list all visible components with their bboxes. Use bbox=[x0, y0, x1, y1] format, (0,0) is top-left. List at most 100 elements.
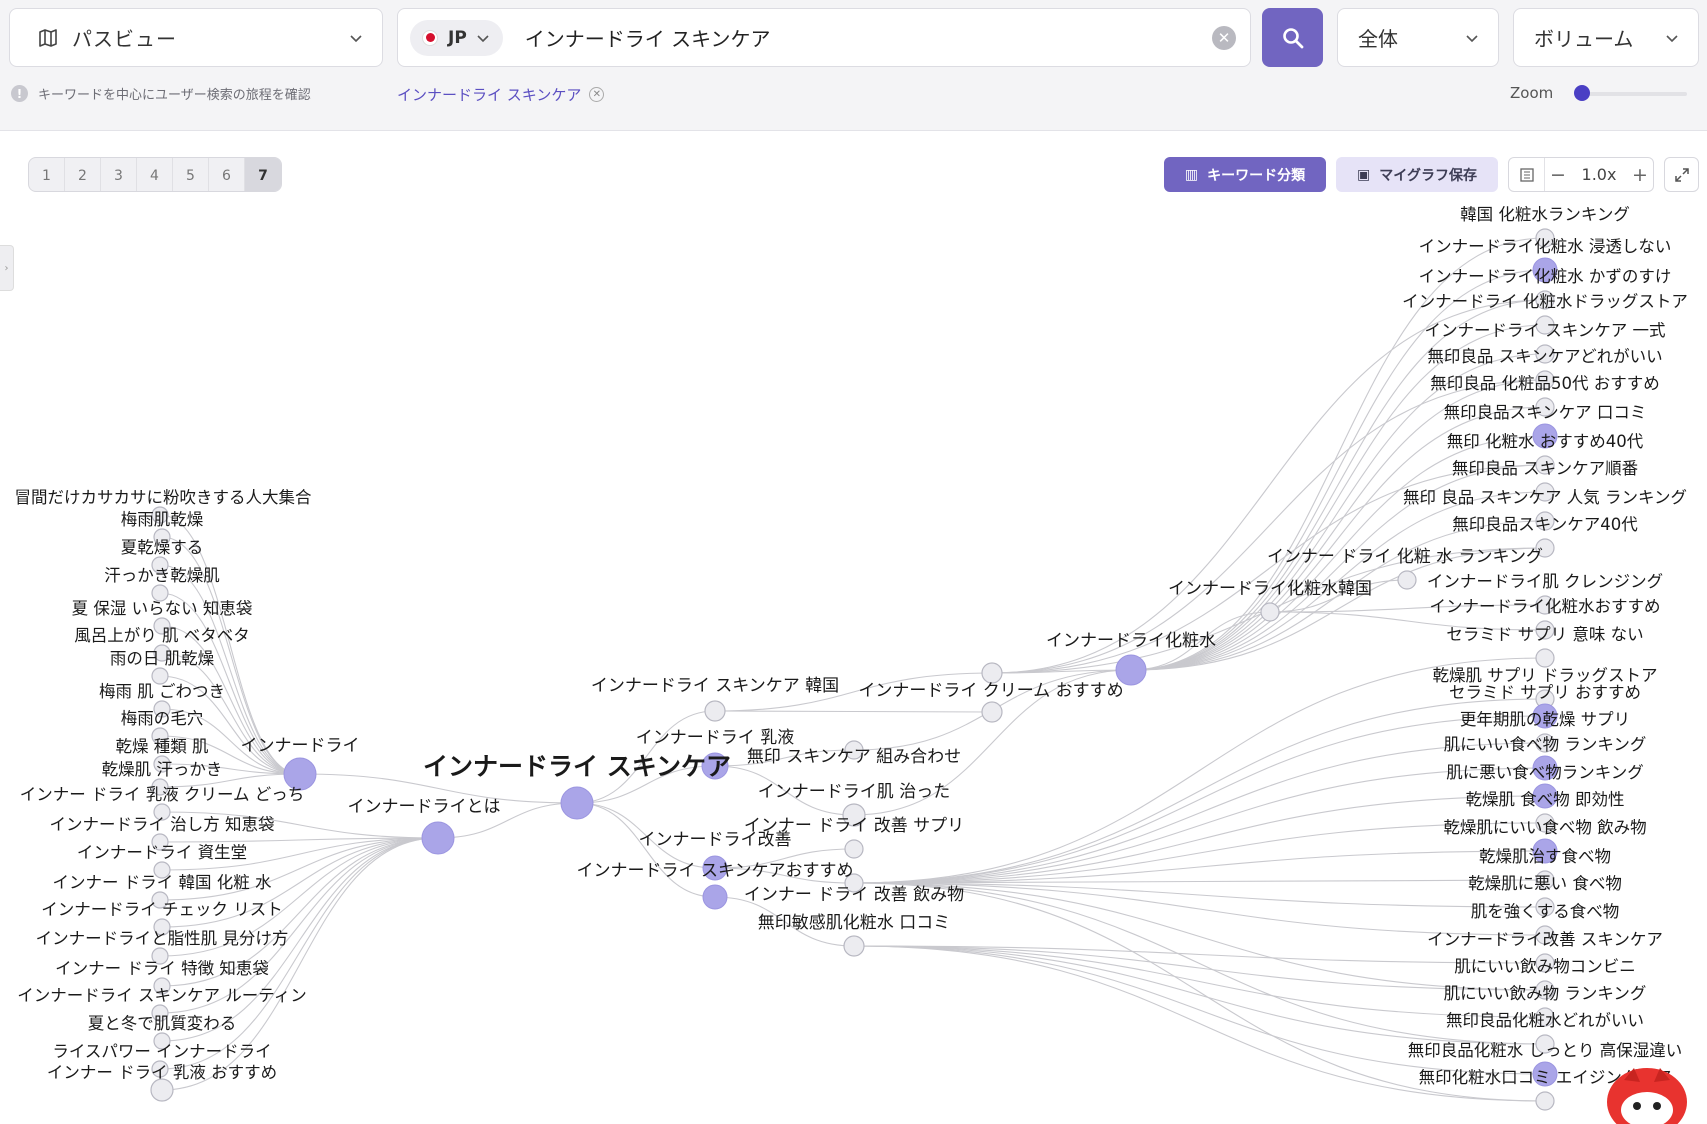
remove-tag-icon[interactable]: ✕ bbox=[589, 87, 605, 102]
keyword-label[interactable]: インナードライ スキンケアおすすめ bbox=[577, 861, 854, 881]
keyword-classify-button[interactable]: ▥ キーワード分類 bbox=[1164, 157, 1326, 192]
keyword-node[interactable] bbox=[704, 700, 726, 722]
keyword-label[interactable]: 無印敏感肌化粧水 口コミ bbox=[758, 913, 950, 933]
keyword-node[interactable] bbox=[844, 839, 864, 859]
view-mode-select[interactable]: パスビュー bbox=[9, 8, 383, 67]
keyword-label[interactable]: 無印良品 スキンケアどれがいい bbox=[1427, 347, 1662, 366]
depth-tab-2[interactable]: 2 bbox=[65, 158, 101, 191]
keyword-label[interactable]: インナードライ 資生堂 bbox=[77, 843, 247, 862]
keyword-label[interactable]: インナー ドライ 化粧 水 ランキング bbox=[1267, 547, 1543, 567]
path-graph[interactable]: 冒間だけカサカサに粉吹きする人大集合 梅雨肌乾燥 夏乾燥する 汗っかき乾燥肌夏 保湿 … bbox=[0, 200, 1707, 1123]
keyword-label[interactable]: インナー ドライ 特徴 知恵袋 bbox=[55, 959, 269, 978]
keyword-label[interactable]: 乾燥肌 食べ物 即効性 bbox=[1466, 790, 1625, 809]
keyword-label[interactable]: 韓国 化粧水ランキング bbox=[1460, 205, 1630, 224]
keyword-label[interactable]: インナードライ化粧水韓国 bbox=[1168, 579, 1372, 599]
keyword-node[interactable] bbox=[981, 701, 1003, 723]
keyword-label[interactable]: インナードライ改善 スキンケア bbox=[1427, 930, 1663, 949]
keyword-node[interactable] bbox=[1260, 602, 1280, 622]
keyword-node[interactable] bbox=[1535, 648, 1555, 668]
keyword-node[interactable] bbox=[1397, 570, 1417, 590]
scope-select[interactable]: 全体 bbox=[1337, 8, 1499, 67]
keyword-label[interactable]: インナー ドライ 乳液 おすすめ bbox=[47, 1063, 277, 1082]
keyword-hub-node[interactable] bbox=[702, 884, 728, 910]
zoom-slider-handle[interactable] bbox=[1574, 85, 1591, 101]
keyword-node[interactable] bbox=[150, 1078, 174, 1102]
keyword-label[interactable]: 梅雨 肌 ごわつき bbox=[99, 682, 225, 701]
keyword-label[interactable]: インナードライ化粧水 かずのすけ bbox=[1419, 267, 1672, 286]
path-graph-canvas[interactable]: 冒間だけカサカサに粉吹きする人大集合梅雨肌乾燥夏乾燥する汗っかき乾燥肌夏 保湿 … bbox=[0, 200, 1707, 1123]
keyword-label[interactable]: インナードライ肌 クレンジング bbox=[1427, 572, 1663, 591]
keyword-label[interactable]: 肌にいい飲み物コンビニ bbox=[1454, 957, 1636, 976]
keyword-label[interactable]: 無印 化粧水 おすすめ40代 bbox=[1447, 432, 1644, 451]
keyword-label[interactable]: インナー ドライ 改善 サプリ bbox=[744, 816, 964, 836]
keyword-label[interactable]: 梅雨の毛穴 bbox=[121, 709, 204, 728]
keyword-label[interactable]: 肌にいい飲み物 ランキング bbox=[1444, 984, 1647, 1003]
zoom-out-button[interactable]: − bbox=[1545, 164, 1571, 186]
keyword-label[interactable]: 無印良品スキンケア40代 bbox=[1452, 515, 1638, 534]
keyword-label[interactable]: インナードライ化粧水 bbox=[1046, 631, 1216, 651]
depth-tab-4[interactable]: 4 bbox=[137, 158, 173, 191]
save-my-graph-button[interactable]: ▣ マイグラフ保存 bbox=[1336, 157, 1498, 192]
keyword-label[interactable]: 風呂上がり 肌 ベタベタ bbox=[74, 626, 250, 645]
mascot-icon[interactable] bbox=[1604, 1058, 1690, 1124]
keyword-label[interactable]: インナードライ スキンケア ルーティン bbox=[17, 986, 307, 1005]
keyword-label[interactable]: インナー ドライ 韓国 化粧 水 bbox=[53, 873, 272, 892]
search-button[interactable] bbox=[1262, 8, 1323, 67]
keyword-label[interactable]: インナー ドライ 乳液 クリーム どっち bbox=[20, 785, 305, 804]
keyword-node[interactable] bbox=[843, 935, 865, 957]
depth-tab-5[interactable]: 5 bbox=[173, 158, 209, 191]
active-keyword-tag[interactable]: インナードライ スキンケア ✕ bbox=[397, 84, 605, 105]
country-select[interactable]: JP bbox=[410, 19, 503, 56]
keyword-label[interactable]: 乾燥肌に悪い 食べ物 bbox=[1468, 874, 1622, 893]
keyword-label[interactable]: 乾燥 種類 肌 bbox=[116, 737, 209, 756]
keyword-label[interactable]: インナー ドライ 改善 飲み物 bbox=[744, 885, 964, 905]
keyword-label[interactable]: セラミド サプリ おすすめ bbox=[1449, 683, 1641, 702]
keyword-label[interactable]: インナードライ チェック リスト bbox=[41, 900, 283, 919]
keyword-label[interactable]: 乾燥肌 汗っかき bbox=[102, 760, 223, 779]
depth-tab-1[interactable]: 1 bbox=[29, 158, 65, 191]
keyword-label[interactable]: 無印 スキンケア 組み合わせ bbox=[747, 747, 961, 767]
keyword-label[interactable]: 肌に悪い食べ物ランキング bbox=[1446, 763, 1644, 782]
fit-to-screen-button[interactable] bbox=[1509, 158, 1545, 191]
keyword-label[interactable]: 乾燥肌治す食べ物 bbox=[1479, 847, 1611, 866]
sort-select[interactable]: ボリューム bbox=[1513, 8, 1699, 67]
keyword-label[interactable]: インナードライ 乳液 bbox=[636, 728, 794, 748]
fullscreen-button[interactable] bbox=[1664, 157, 1699, 192]
keyword-label[interactable]: 夏と冬で肌質変わる bbox=[88, 1014, 237, 1033]
keyword-label[interactable]: インナードライ 治し方 知恵袋 bbox=[50, 815, 275, 834]
keyword-label[interactable]: インナードライ化粧水 浸透しない bbox=[1419, 237, 1672, 256]
depth-tab-3[interactable]: 3 bbox=[101, 158, 137, 191]
clear-input-icon[interactable]: ✕ bbox=[1212, 25, 1236, 50]
keyword-label[interactable]: インナードライ スキンケア 一式 bbox=[1425, 321, 1666, 340]
zoom-in-button[interactable]: + bbox=[1627, 164, 1653, 186]
keyword-label[interactable]: 乾燥肌にいい食べ物 飲み物 bbox=[1443, 818, 1646, 837]
keyword-label[interactable]: インナードライ肌 治った bbox=[758, 782, 950, 802]
keyword-label[interactable]: 肌にいい食べ物 ランキング bbox=[1444, 735, 1647, 754]
root-keyword-node[interactable] bbox=[560, 786, 594, 820]
keyword-label[interactable]: 梅雨肌乾燥 bbox=[121, 510, 204, 529]
keyword-label[interactable]: インナードライと脂性肌 見分け方 bbox=[36, 929, 289, 948]
keyword-label[interactable]: インナードライ化粧水おすすめ bbox=[1430, 597, 1661, 616]
search-input[interactable] bbox=[524, 25, 1212, 50]
keyword-node[interactable] bbox=[981, 662, 1003, 684]
keyword-label[interactable]: 雨の日 肌乾燥 bbox=[110, 649, 215, 668]
keyword-label[interactable]: 無印良品 スキンケア順番 bbox=[1452, 459, 1638, 478]
keyword-label[interactable]: インナードライ スキンケア 韓国 bbox=[591, 676, 839, 696]
keyword-label[interactable]: 無印良品化粧水どれがいい bbox=[1446, 1011, 1644, 1030]
keyword-label[interactable]: ライスパワー インナードライ bbox=[52, 1042, 271, 1061]
keyword-label[interactable]: 無印良品スキンケア 口コミ bbox=[1444, 403, 1647, 422]
keyword-label[interactable]: 夏乾燥する bbox=[121, 538, 204, 557]
keyword-hub-node[interactable] bbox=[421, 821, 455, 855]
keyword-hub-label[interactable]: インナードライとは bbox=[348, 797, 501, 817]
keyword-label[interactable]: 無印 良品 スキンケア 人気 ランキング bbox=[1403, 488, 1687, 507]
keyword-label[interactable]: 冒間だけカサカサに粉吹きする人大集合 bbox=[15, 488, 312, 507]
keyword-hub-label[interactable]: インナードライ bbox=[241, 736, 360, 756]
keyword-label[interactable]: 肌を強くする食べ物 bbox=[1471, 902, 1620, 921]
keyword-label[interactable]: インナードライ 化粧水ドラッグストア bbox=[1402, 292, 1688, 311]
keyword-label[interactable]: セラミド サプリ 意味 ない bbox=[1446, 625, 1643, 644]
keyword-label[interactable]: 無印良品 化粧品50代 おすすめ bbox=[1430, 374, 1660, 393]
keyword-label[interactable]: インナードライ クリーム おすすめ bbox=[858, 681, 1123, 701]
keyword-label[interactable]: 更年期肌の乾燥 サプリ bbox=[1460, 710, 1630, 729]
depth-tab-6[interactable]: 6 bbox=[209, 158, 245, 191]
root-keyword-label[interactable]: インナードライ スキンケア bbox=[423, 752, 731, 781]
